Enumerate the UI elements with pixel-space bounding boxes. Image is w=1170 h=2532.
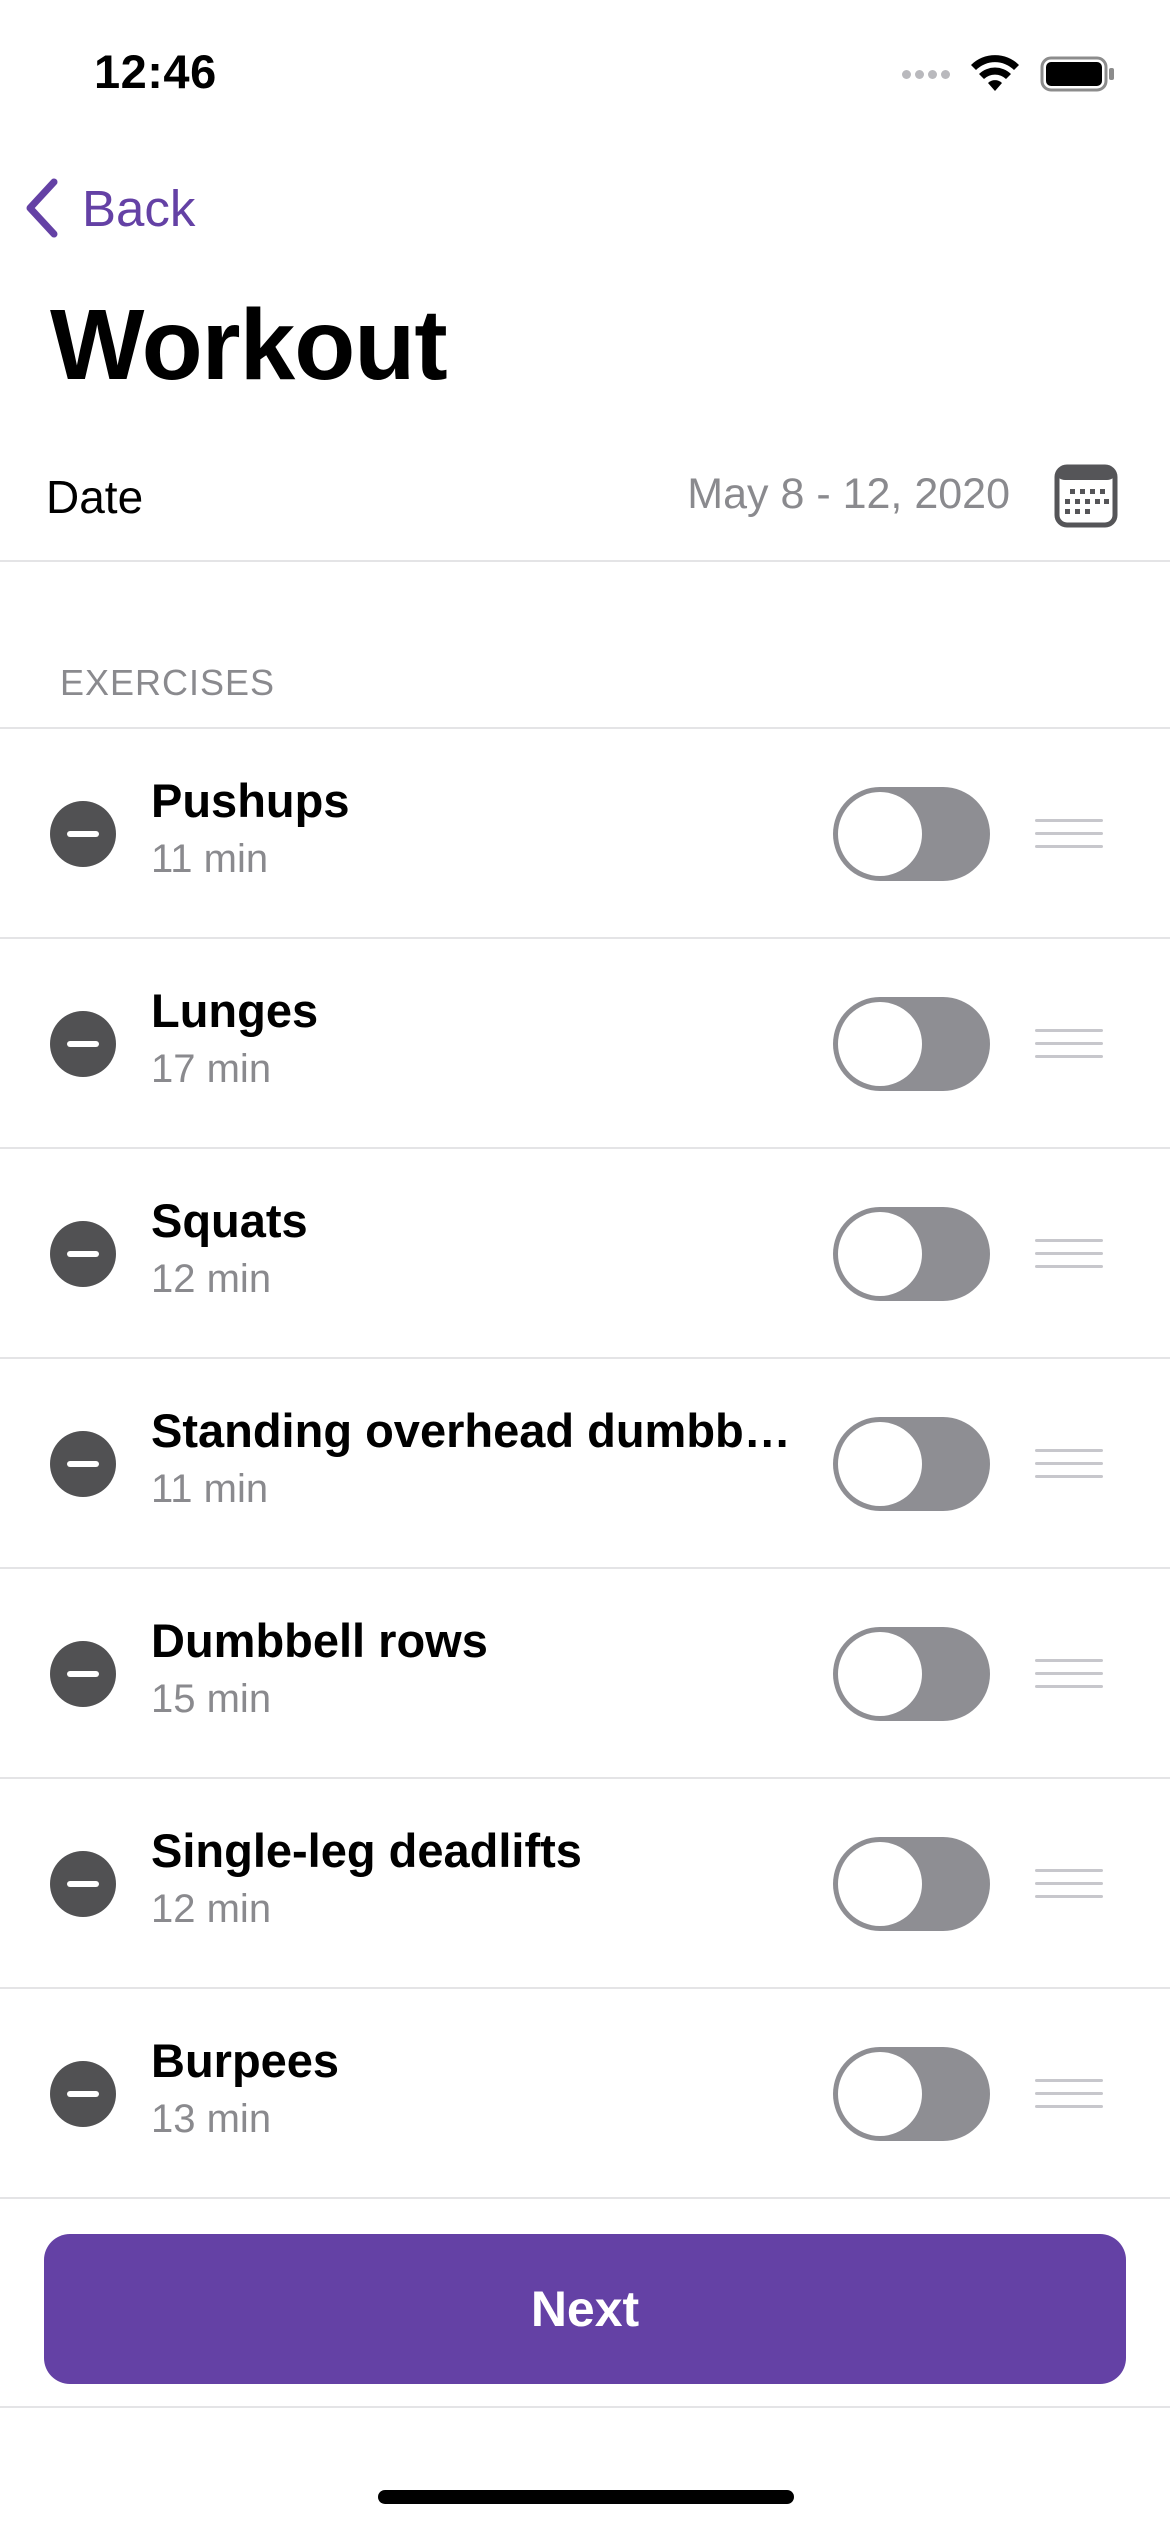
exercise-row: Standing overhead dumbb… 11 min	[0, 1359, 1170, 1569]
reorder-handle-icon[interactable]	[1035, 815, 1103, 851]
status-bar: 12:46	[0, 0, 1170, 140]
next-button[interactable]: Next	[44, 2234, 1126, 2384]
remove-button[interactable]	[50, 1221, 116, 1287]
exercise-row: Burpees 13 min	[0, 1989, 1170, 2199]
calendar-icon[interactable]	[1054, 464, 1118, 528]
exercise-row: Pushups 11 min	[0, 729, 1170, 939]
status-icons	[902, 54, 1116, 94]
exercise-row: Lunges 17 min	[0, 939, 1170, 1149]
exercise-duration: 12 min	[151, 1887, 272, 1931]
date-value: May 8 - 12, 2020	[687, 470, 1010, 518]
exercise-duration: 15 min	[151, 1677, 272, 1721]
remove-button[interactable]	[50, 1011, 116, 1077]
reorder-handle-icon[interactable]	[1035, 1445, 1103, 1481]
reorder-handle-icon[interactable]	[1035, 2075, 1103, 2111]
exercise-row: Dumbbell rows 15 min	[0, 1569, 1170, 1779]
page-title: Workout	[50, 289, 448, 401]
remove-button[interactable]	[50, 801, 116, 867]
exercise-name: Burpees	[151, 2034, 340, 2087]
exercise-row: Squats 12 min	[0, 1149, 1170, 1359]
wifi-icon	[971, 55, 1019, 91]
exercise-toggle[interactable]	[833, 2047, 990, 2141]
status-time: 12:46	[94, 45, 217, 98]
date-row[interactable]: Date May 8 - 12, 2020	[0, 440, 1170, 562]
remove-button[interactable]	[50, 1851, 116, 1917]
reorder-handle-icon[interactable]	[1035, 1655, 1103, 1691]
battery-icon	[1040, 56, 1114, 92]
home-indicator[interactable]	[378, 2490, 794, 2504]
exercise-duration: 11 min	[151, 837, 269, 881]
exercise-list: Pushups 11 min Lunges 17 min Squats 12 m…	[0, 729, 1170, 2199]
exercise-toggle[interactable]	[833, 1417, 990, 1511]
date-label: Date	[46, 471, 144, 523]
remove-button[interactable]	[50, 1431, 116, 1497]
signal-icon	[902, 69, 950, 79]
exercise-toggle[interactable]	[833, 1627, 990, 1721]
exercise-toggle[interactable]	[833, 997, 990, 1091]
back-label: Back	[82, 179, 196, 237]
back-button[interactable]: Back	[22, 168, 195, 248]
exercises-section-header: EXERCISES	[60, 662, 276, 703]
reorder-handle-icon[interactable]	[1035, 1025, 1103, 1061]
exercise-duration: 17 min	[151, 1047, 272, 1091]
remove-button[interactable]	[50, 1641, 116, 1707]
reorder-handle-icon[interactable]	[1035, 1235, 1103, 1271]
exercise-name: Pushups	[151, 774, 350, 827]
exercise-toggle[interactable]	[833, 1837, 990, 1931]
exercise-name: Squats	[151, 1194, 308, 1247]
remove-button[interactable]	[50, 2061, 116, 2127]
chevron-left-icon	[26, 178, 58, 238]
exercise-duration: 13 min	[151, 2097, 272, 2141]
divider	[0, 2406, 1170, 2408]
exercise-name: Dumbbell rows	[151, 1614, 488, 1667]
exercise-name: Lunges	[151, 984, 319, 1037]
exercise-duration: 11 min	[151, 1467, 269, 1511]
reorder-handle-icon[interactable]	[1035, 1865, 1103, 1901]
exercise-name: Single-leg deadlifts	[151, 1824, 582, 1877]
exercise-toggle[interactable]	[833, 787, 990, 881]
exercise-name: Standing overhead dumbb…	[151, 1404, 791, 1457]
exercise-duration: 12 min	[151, 1257, 272, 1301]
workout-screen: 12:46 Back Workout Date May 8 - 12, 2020…	[0, 0, 1170, 2532]
exercise-toggle[interactable]	[833, 1207, 990, 1301]
exercise-row: Single-leg deadlifts 12 min	[0, 1779, 1170, 1989]
